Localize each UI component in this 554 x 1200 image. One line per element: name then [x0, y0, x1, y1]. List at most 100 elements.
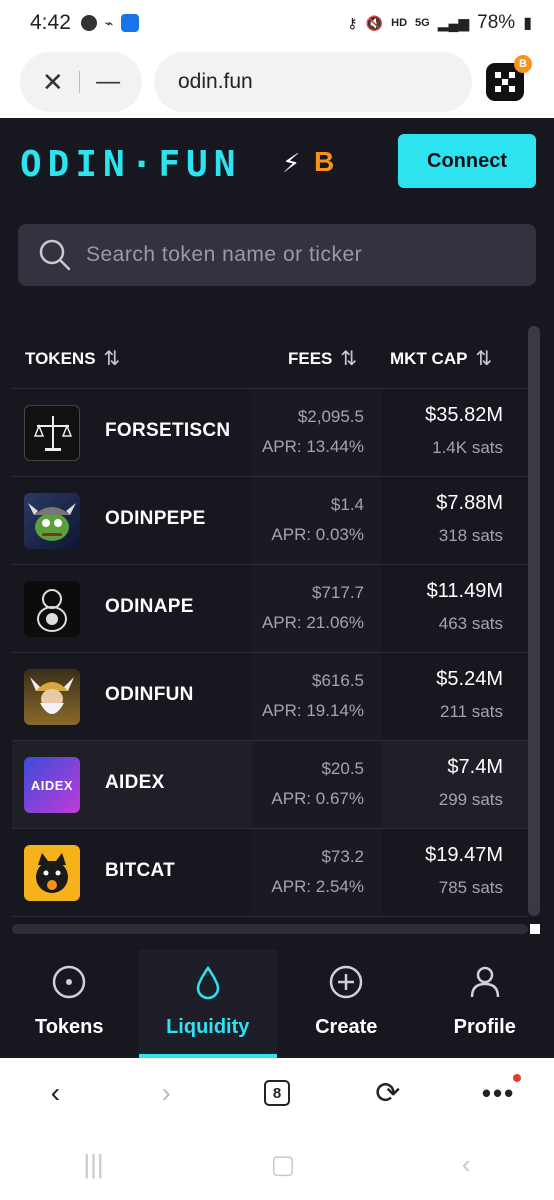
- search-input[interactable]: [86, 243, 506, 267]
- token-mkt-cap: $7.88M: [436, 492, 503, 514]
- bitcoin-badge: B: [514, 55, 532, 73]
- tab-tokens[interactable]: Tokens: [0, 950, 139, 1058]
- app-notification-icon: [121, 14, 140, 32]
- mute-icon: 🔇: [365, 14, 384, 31]
- divider: [79, 71, 81, 93]
- tab-label: Liquidity: [166, 1016, 250, 1038]
- odin-fun-logo[interactable]: ODIN·FUN: [20, 144, 241, 185]
- circle-dot-icon: [53, 965, 86, 999]
- aidex-logo-text: AIDEX: [30, 777, 74, 793]
- token-price: 318 sats: [438, 526, 503, 545]
- extension-button[interactable]: B: [486, 55, 532, 101]
- horizontal-scrollbar[interactable]: [12, 924, 528, 934]
- menu-button[interactable]: •••: [443, 1073, 554, 1109]
- app-content: ODIN·FUN ⚡ B Connect TOKENS ⇅ FEES ⇅ MKT…: [0, 118, 554, 1058]
- sort-icon: ⇅: [103, 348, 121, 370]
- scrollbar-corner: [530, 924, 540, 934]
- token-name: AIDEX: [105, 772, 165, 793]
- tab-label: Tokens: [34, 1016, 104, 1038]
- token-mkt-cap: $35.82M: [425, 404, 503, 426]
- token-apr: APR: 19.14%: [261, 701, 364, 720]
- battery-icon: ▮: [523, 15, 532, 32]
- table-row[interactable]: ODINFUN $616.5 APR: 19.14% $5.24M 211 sa…: [12, 652, 528, 741]
- ape-icon: [37, 589, 67, 632]
- more-icon: •••: [482, 1073, 522, 1109]
- system-back-icon[interactable]: ‹: [462, 1149, 471, 1180]
- browser-toolbar: ✕ — odin.fun B: [0, 46, 554, 118]
- plus-circle-icon: [330, 965, 363, 999]
- token-avatar: [24, 845, 80, 901]
- token-avatar: AIDEX: [24, 757, 80, 813]
- token-avatar: [24, 581, 80, 637]
- recent-apps-icon[interactable]: |||: [83, 1149, 103, 1180]
- token-mkt-cap: $5.24M: [436, 668, 503, 690]
- token-apr: APR: 0.03%: [271, 525, 364, 544]
- tab-create[interactable]: Create: [277, 950, 416, 1058]
- search-bar[interactable]: [18, 224, 536, 286]
- token-name: FORSETISCN: [105, 420, 231, 441]
- address-bar[interactable]: odin.fun: [154, 52, 472, 112]
- key-icon: ⚷: [347, 14, 358, 31]
- tab-count: 8: [263, 1080, 290, 1106]
- table-row[interactable]: FORSETISCN $2,095.5 APR: 13.44% $35.82M …: [12, 388, 528, 477]
- table-row[interactable]: ODINAPE $717.7 APR: 21.06% $11.49M 463 s…: [12, 564, 528, 653]
- column-header-tokens[interactable]: TOKENS ⇅: [25, 346, 120, 371]
- token-apr: APR: 2.54%: [271, 877, 364, 896]
- column-header-mkt-cap[interactable]: MKT CAP ⇅: [390, 346, 492, 371]
- token-apr: APR: 13.44%: [261, 437, 364, 456]
- minimize-icon[interactable]: —: [96, 68, 120, 96]
- search-icon: [39, 239, 71, 271]
- token-price: 299 sats: [438, 790, 503, 809]
- bitcat-icon: [36, 853, 68, 893]
- back-button[interactable]: ‹: [0, 1077, 111, 1109]
- refresh-icon: ⟳: [375, 1076, 401, 1110]
- token-fee: $2,095.5: [297, 407, 364, 426]
- tabs-button[interactable]: 8: [222, 1080, 333, 1106]
- tab-label: Profile: [453, 1016, 516, 1038]
- battery-level: 78%: [477, 12, 516, 33]
- chevron-right-icon: ›: [161, 1077, 171, 1108]
- token-mkt-cap: $19.47M: [425, 844, 503, 866]
- browser-controls: ✕ —: [20, 52, 142, 112]
- vertical-scrollbar[interactable]: [528, 326, 540, 916]
- network-type-label: HD: [391, 17, 408, 29]
- signal-icon: ▂▄▆: [437, 14, 470, 31]
- close-tab-icon[interactable]: ✕: [42, 67, 64, 98]
- token-mkt-cap: $7.4M: [447, 756, 503, 778]
- token-fee: $73.2: [321, 847, 364, 866]
- table-row[interactable]: AIDEX AIDEX $20.5 APR: 0.67% $7.4M 299 s…: [12, 740, 528, 829]
- browser-bottom-bar: ‹ › 8 ⟳ •••: [0, 1058, 554, 1128]
- status-bar: 4:42 ⌁ ⚷ 🔇 HD 5G ▂▄▆ 78% ▮: [0, 0, 554, 46]
- table-row[interactable]: ODINPEPE $1.4 APR: 0.03% $7.88M 318 sats: [12, 476, 528, 565]
- token-price: 463 sats: [438, 614, 503, 633]
- mobile-data-label: 5G: [415, 17, 430, 29]
- chevron-left-icon: ‹: [50, 1077, 61, 1108]
- notification-dot: [513, 1073, 522, 1082]
- tab-liquidity[interactable]: Liquidity: [138, 950, 277, 1058]
- home-icon[interactable]: ▢: [271, 1149, 296, 1180]
- connect-button[interactable]: Connect: [398, 134, 536, 188]
- table-header: TOKENS ⇅ FEES ⇅ MKT CAP ⇅: [12, 326, 528, 386]
- token-name: ODINAPE: [105, 596, 194, 617]
- table-row[interactable]: BITCAT $73.2 APR: 2.54% $19.47M 785 sats: [12, 828, 528, 917]
- token-apr: APR: 21.06%: [261, 613, 364, 632]
- tab-profile[interactable]: Profile: [416, 950, 554, 1058]
- token-name: ODINFUN: [105, 684, 194, 705]
- token-list: FORSETISCN $2,095.5 APR: 13.44% $35.82M …: [12, 388, 528, 956]
- reload-button[interactable]: ⟳: [332, 1076, 443, 1111]
- url-text: odin.fun: [178, 70, 253, 93]
- forward-button[interactable]: ›: [111, 1077, 222, 1109]
- status-time: 4:42: [30, 11, 71, 34]
- token-name: ODINPEPE: [105, 508, 206, 529]
- droplet-icon: [196, 965, 220, 1000]
- token-avatar: [24, 493, 80, 549]
- column-header-fees[interactable]: FEES ⇅: [288, 346, 357, 371]
- sort-icon: ⇅: [475, 348, 493, 370]
- token-price: 785 sats: [438, 878, 503, 897]
- token-apr: APR: 0.67%: [271, 789, 364, 808]
- bitcoin-logo-icon: B: [314, 146, 335, 177]
- lightning-icon: ⚡: [282, 148, 301, 178]
- odin-warrior-icon: [30, 677, 74, 714]
- token-fee: $1.4: [330, 495, 364, 514]
- account-icon: [80, 15, 97, 31]
